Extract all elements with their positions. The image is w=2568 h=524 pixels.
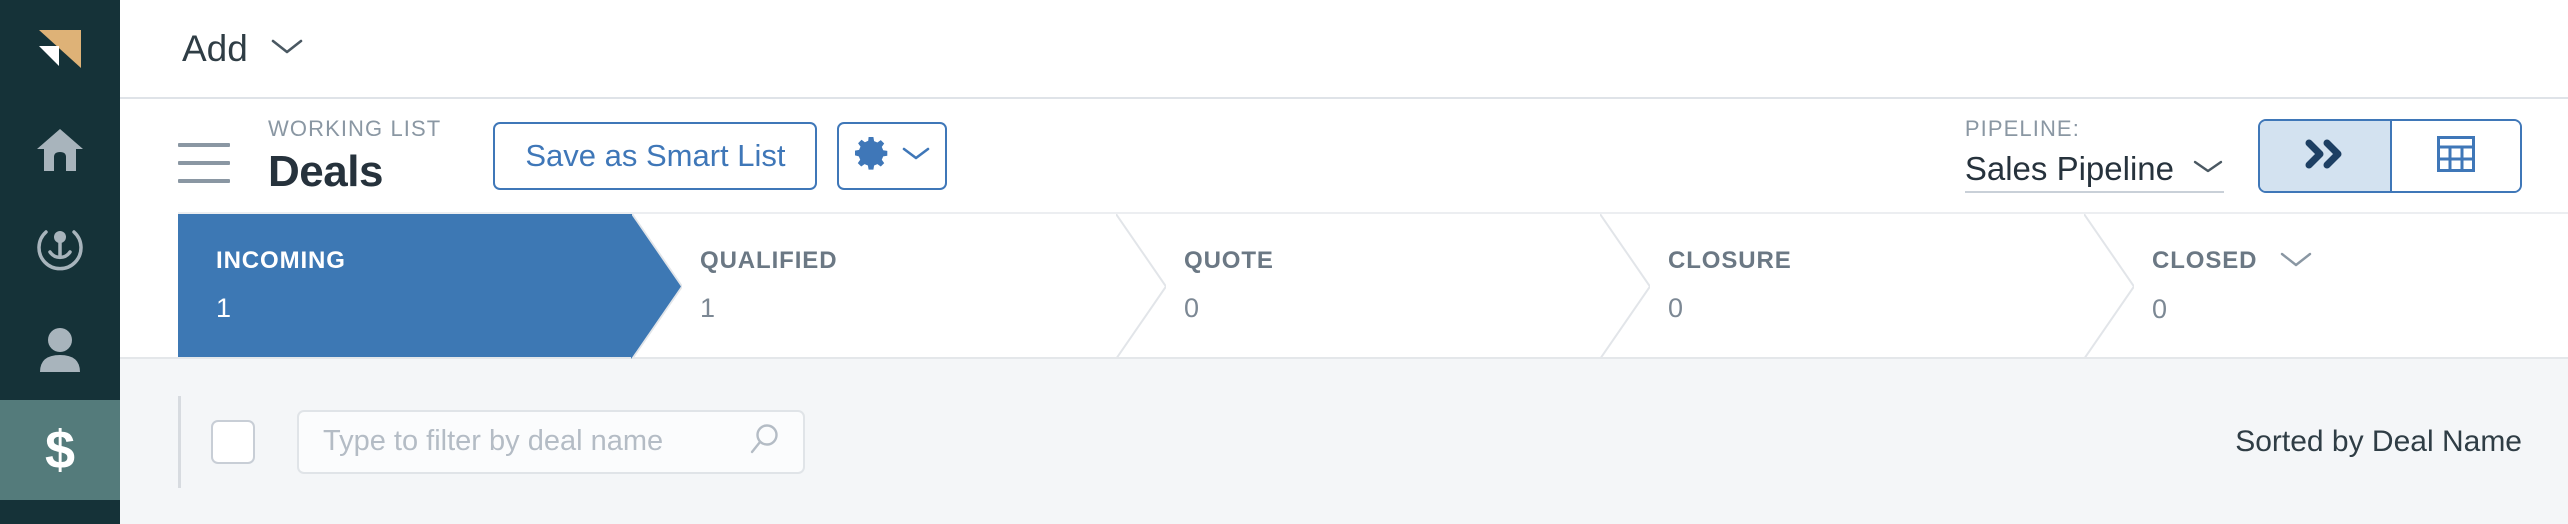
pipeline-selector[interactable]: PIPELINE: Sales Pipeline xyxy=(1964,116,2224,193)
stage-count: 0 xyxy=(1668,293,1684,323)
page-title-block: WORKING LIST Deals xyxy=(268,115,442,196)
stage-name-row: CLOSED xyxy=(2152,249,2568,274)
dollar-icon: $ xyxy=(37,420,83,480)
home-icon xyxy=(35,127,85,173)
stage-separator-icon xyxy=(1599,213,1652,360)
select-all-checkbox[interactable] xyxy=(211,419,255,464)
main-content: Add WORKING LIST Deals Save as Smart Lis… xyxy=(120,0,2568,524)
toolbar-right-group: PIPELINE: Sales Pipeline xyxy=(1964,116,2522,193)
app-logo[interactable] xyxy=(0,0,120,100)
triangle-logo-icon xyxy=(37,28,83,72)
stage-count: 0 xyxy=(2152,293,2168,324)
add-button-label: Add xyxy=(182,28,248,69)
chevron-down-icon xyxy=(2192,157,2224,180)
chevron-down-icon xyxy=(270,36,304,61)
settings-dropdown-button[interactable] xyxy=(837,121,948,190)
stage-count: 1 xyxy=(700,293,716,323)
page-title: Deals xyxy=(268,146,383,196)
stage-separator-icon xyxy=(1115,213,1168,360)
stage-name: QUOTE xyxy=(1184,247,1274,274)
stage-count: 1 xyxy=(216,293,232,323)
chevron-down-icon xyxy=(901,144,931,167)
pipeline-stages: INCOMING 1 QUALIFIED 1 QUOTE 0 CLOSURE 0… xyxy=(178,212,2568,360)
pipeline-label: PIPELINE: xyxy=(1964,116,2080,141)
top-bar: Add xyxy=(120,0,2568,99)
stage-qualified[interactable]: QUALIFIED 1 xyxy=(631,213,1116,360)
gear-icon xyxy=(853,135,889,176)
stage-closed[interactable]: CLOSED 0 xyxy=(2083,213,2568,360)
stage-count: 0 xyxy=(1184,293,1200,323)
deal-filter-search[interactable] xyxy=(297,409,805,474)
sidebar-item-home[interactable] xyxy=(0,100,120,200)
filter-bar: Sorted by Deal Name xyxy=(120,357,2568,524)
table-grid-icon xyxy=(2436,135,2476,176)
stage-name: CLOSED xyxy=(2152,247,2258,274)
sorted-by-label: Sorted by Deal Name xyxy=(2235,424,2522,458)
stage-separator-icon xyxy=(2083,213,2136,360)
view-toggle-group xyxy=(2258,118,2522,193)
stage-quote[interactable]: QUOTE 0 xyxy=(1115,213,1600,360)
save-as-smart-list-button[interactable]: Save as Smart List xyxy=(493,121,818,190)
list-toolbar: WORKING LIST Deals Save as Smart List PI… xyxy=(120,99,2568,212)
stage-name: CLOSURE xyxy=(1668,247,1792,274)
stage-separator-icon xyxy=(631,213,684,360)
stage-name: QUALIFIED xyxy=(700,247,838,274)
left-nav-rail: $ xyxy=(0,0,120,524)
chevron-down-icon[interactable] xyxy=(2279,249,2313,274)
person-icon xyxy=(36,327,84,373)
sidebar-item-contacts[interactable] xyxy=(0,300,120,400)
stage-name: INCOMING xyxy=(216,247,346,274)
search-input[interactable] xyxy=(323,425,747,458)
stage-incoming[interactable]: INCOMING 1 xyxy=(178,214,681,359)
view-toggle-pipeline-button[interactable] xyxy=(2260,120,2390,191)
stage-closure[interactable]: CLOSURE 0 xyxy=(1599,213,2084,360)
working-list-kicker: WORKING LIST xyxy=(268,115,442,141)
sidebar-item-deals[interactable]: $ xyxy=(0,400,120,500)
search-icon[interactable] xyxy=(747,421,783,462)
view-toggle-table-button[interactable] xyxy=(2390,120,2520,191)
target-icon xyxy=(34,224,86,276)
pipeline-selected-value: Sales Pipeline xyxy=(1964,150,2174,187)
app-root: $ Add WORKING LIST Deals Save as Smart L… xyxy=(0,0,2568,524)
toolbar-left-group: WORKING LIST Deals Save as Smart List xyxy=(178,115,948,196)
hamburger-menu-icon[interactable] xyxy=(178,142,230,183)
double-chevron-right-icon xyxy=(2301,137,2349,174)
pipeline-value-row: Sales Pipeline xyxy=(1965,152,2224,185)
add-button[interactable]: Add xyxy=(178,24,308,73)
row-divider xyxy=(178,395,181,488)
svg-text:$: $ xyxy=(45,420,75,480)
sidebar-item-activity[interactable] xyxy=(0,200,120,300)
